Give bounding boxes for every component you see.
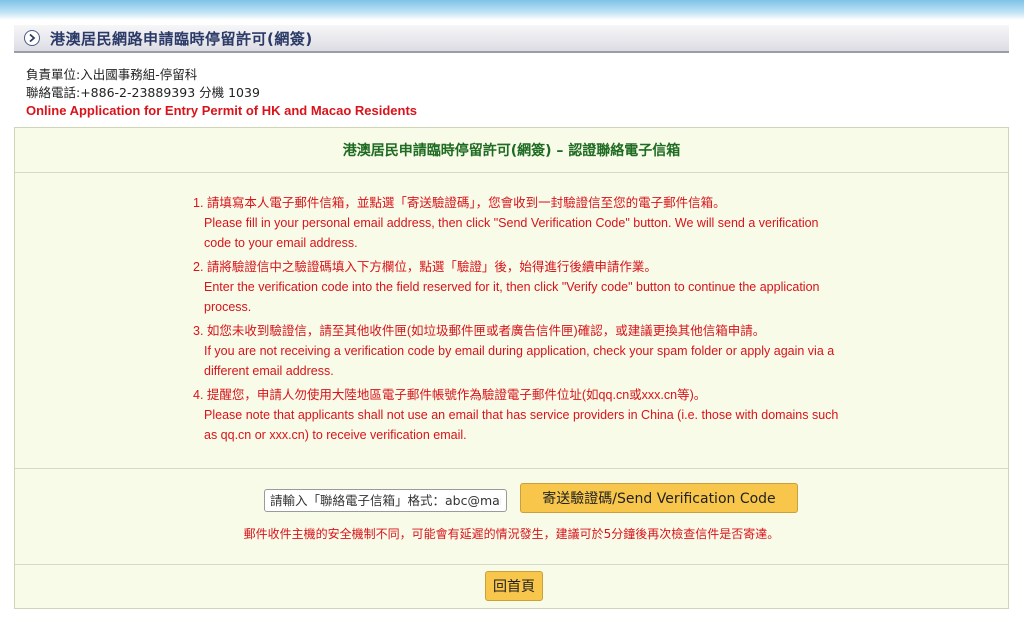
instruction-en: Enter the verification code into the fie… bbox=[204, 280, 820, 314]
instruction-zh: 1. 請填寫本人電子郵件信箱，並點選「寄送驗證碼」，您會收到一封驗證信至您的電子… bbox=[193, 196, 726, 210]
email-form: 寄送驗證碼/Send Verification Code 郵件收件主機的安全機制… bbox=[15, 468, 1008, 609]
instruction-en: Please fill in your personal email addre… bbox=[204, 216, 819, 250]
instruction-item: 1. 請填寫本人電子郵件信箱，並點選「寄送驗證碼」，您會收到一封驗證信至您的電子… bbox=[193, 193, 843, 253]
delivery-delay-note: 郵件收件主機的安全機制不同，可能會有延遲的情況發生，建議可於5分鐘後再次檢查信件… bbox=[243, 527, 780, 541]
instruction-item: 3. 如您未收到驗證信，請至其他收件匣(如垃圾郵件匣或者廣告信件匣)確認，或建議… bbox=[193, 321, 843, 381]
back-to-home-button[interactable]: 回首頁 bbox=[485, 571, 543, 601]
page-title: 港澳居民網路申請臨時停留許可(網簽) bbox=[50, 29, 313, 48]
top-gradient-band bbox=[0, 0, 1024, 20]
panel-title: 港澳居民申請臨時停留許可(網簽) – 認證聯絡電子信箱 bbox=[342, 143, 681, 159]
english-title: Online Application for Entry Permit of H… bbox=[26, 103, 418, 118]
contact-phone: 聯絡電話:+886-2-23889393 分機 1039 bbox=[26, 85, 260, 100]
instruction-en: Please note that applicants shall not us… bbox=[204, 408, 839, 442]
send-verification-code-button[interactable]: 寄送驗證碼/Send Verification Code bbox=[520, 483, 798, 513]
instruction-item: 4. 提醒您，申請人勿使用大陸地區電子郵件帳號作為驗證電子郵件位址(如qq.cn… bbox=[193, 385, 843, 445]
instruction-zh: 3. 如您未收到驗證信，請至其他收件匣(如垃圾郵件匣或者廣告信件匣)確認，或建議… bbox=[193, 324, 766, 338]
contact-info: 負責單位:入出國事務組-停留科 聯絡電話:+886-2-23889393 分機 … bbox=[26, 66, 417, 120]
instruction-zh: 2. 請將驗證信中之驗證碼填入下方欄位，點選「驗證」後，始得進行後續申請作業。 bbox=[193, 260, 657, 274]
instruction-list: 1. 請填寫本人電子郵件信箱，並點選「寄送驗證碼」，您會收到一封驗證信至您的電子… bbox=[193, 193, 843, 449]
verification-panel: 港澳居民申請臨時停留許可(網簽) – 認證聯絡電子信箱 1. 請填寫本人電子郵件… bbox=[14, 127, 1009, 609]
panel-header: 港澳居民申請臨時停留許可(網簽) – 認證聯絡電子信箱 bbox=[15, 128, 1008, 173]
email-input[interactable] bbox=[264, 489, 507, 512]
page-title-bar: 港澳居民網路申請臨時停留許可(網簽) bbox=[14, 25, 1009, 53]
home-button-row: 回首頁 bbox=[15, 564, 1008, 610]
instruction-zh: 4. 提醒您，申請人勿使用大陸地區電子郵件帳號作為驗證電子郵件位址(如qq.cn… bbox=[193, 388, 707, 402]
instruction-en: If you are not receiving a verification … bbox=[204, 344, 835, 378]
instruction-item: 2. 請將驗證信中之驗證碼填入下方欄位，點選「驗證」後，始得進行後續申請作業。 … bbox=[193, 257, 843, 317]
chevron-right-icon bbox=[24, 30, 40, 46]
responsible-unit: 負責單位:入出國事務組-停留科 bbox=[26, 67, 198, 82]
